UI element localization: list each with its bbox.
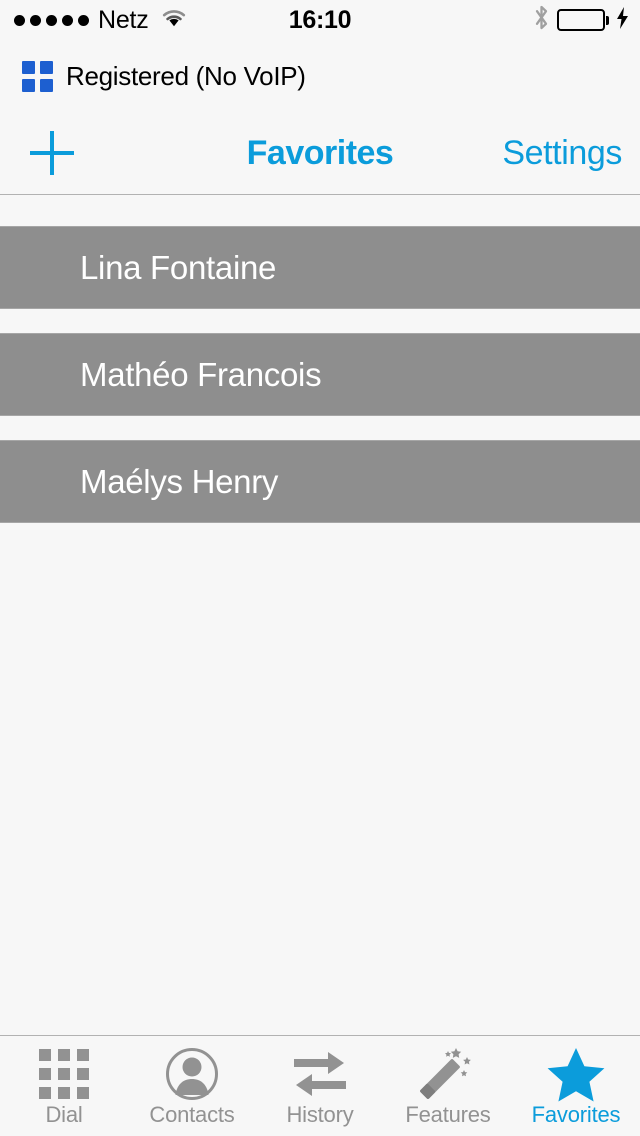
settings-button[interactable]: Settings	[502, 112, 622, 194]
tab-bar: Dial Contacts History Features Favorites	[0, 1035, 640, 1136]
favorite-row[interactable]: Mathéo Francois	[0, 333, 640, 416]
tab-label: Dial	[45, 1102, 83, 1127]
tab-label: Features	[405, 1102, 491, 1127]
status-bar-right	[533, 4, 629, 36]
keypad-icon	[39, 1048, 89, 1100]
tab-label: Contacts	[149, 1102, 235, 1127]
favorite-row[interactable]: Maélys Henry	[0, 440, 640, 523]
favorites-list[interactable]: Lina Fontaine Mathéo Francois Maélys Hen…	[0, 195, 640, 1035]
four-squares-icon	[22, 60, 53, 92]
tab-history[interactable]: History	[256, 1036, 384, 1136]
tab-dial[interactable]: Dial	[0, 1036, 128, 1136]
favorite-name: Maélys Henry	[80, 462, 279, 500]
bluetooth-icon	[533, 4, 550, 36]
favorite-name: Lina Fontaine	[80, 248, 277, 286]
person-circle-icon	[165, 1048, 219, 1100]
star-icon	[547, 1047, 605, 1101]
tab-features[interactable]: Features	[384, 1036, 512, 1136]
navigation-bar: Favorites Settings	[0, 112, 640, 195]
lightning-bolt-icon	[616, 6, 629, 34]
registration-status-label: Registered (No VoIP)	[66, 60, 306, 91]
favorite-row[interactable]: Lina Fontaine	[0, 226, 640, 309]
battery-icon	[557, 9, 609, 31]
list-top-spacer	[0, 195, 640, 226]
favorite-name: Mathéo Francois	[80, 355, 322, 393]
tab-label: History	[286, 1102, 354, 1127]
two-arrows-icon	[292, 1048, 348, 1100]
tab-label: Favorites	[531, 1102, 621, 1127]
tab-favorites[interactable]: Favorites	[512, 1036, 640, 1136]
tab-contacts[interactable]: Contacts	[128, 1036, 256, 1136]
magic-wand-icon	[420, 1048, 476, 1100]
registration-status-bar: Registered (No VoIP)	[0, 40, 640, 112]
status-bar: Netz 16:10	[0, 0, 640, 40]
